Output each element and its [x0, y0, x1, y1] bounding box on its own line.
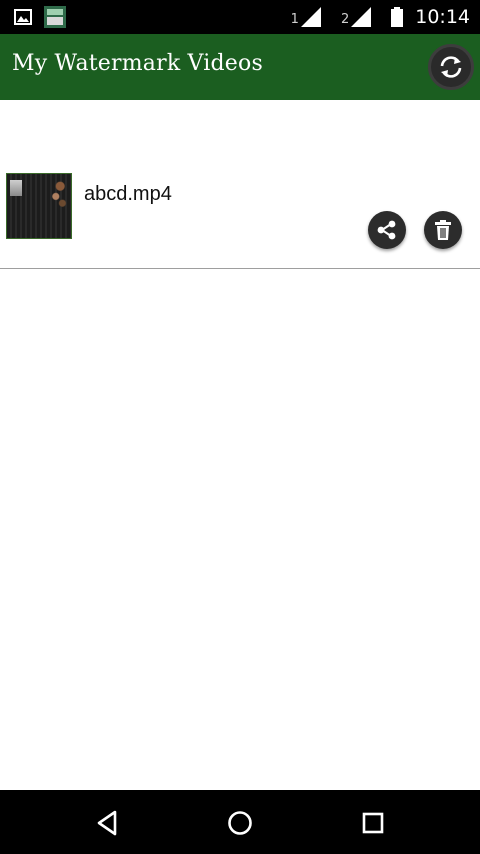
trash-icon — [435, 220, 451, 240]
signal-icon — [351, 7, 372, 27]
delete-button[interactable] — [424, 211, 462, 249]
signal-icon — [300, 7, 321, 27]
status-bar: 1 2 10:14 — [0, 0, 480, 34]
video-list: abcd.mp4 — [0, 100, 480, 790]
recent-apps-icon — [362, 812, 384, 834]
page-title: My Watermark Videos — [12, 51, 263, 76]
sim2-signal: 2 — [340, 7, 372, 27]
battery-icon — [391, 7, 404, 27]
notification-icons — [14, 6, 66, 32]
home-icon — [228, 811, 252, 835]
navigation-bar — [0, 790, 480, 854]
recent-apps-button[interactable] — [358, 808, 388, 838]
back-icon — [97, 810, 117, 836]
back-button[interactable] — [92, 808, 122, 838]
refresh-button[interactable] — [428, 44, 474, 90]
clock: 10:14 — [415, 6, 470, 28]
thumbnail-decoration — [47, 176, 69, 210]
list-item[interactable]: abcd.mp4 — [0, 100, 480, 269]
app-notification-icon — [44, 6, 66, 32]
app-bar: My Watermark Videos — [0, 34, 480, 100]
video-filename: abcd.mp4 — [84, 183, 172, 205]
sim1-signal: 1 — [291, 7, 321, 27]
share-icon — [377, 220, 396, 240]
status-indicators: 1 2 10:14 — [291, 0, 470, 34]
share-button[interactable] — [368, 211, 406, 249]
sim1-label: 1 — [290, 12, 299, 27]
home-button[interactable] — [225, 808, 255, 838]
refresh-icon — [440, 56, 462, 78]
sim2-label: 2 — [340, 12, 350, 27]
image-notification-icon — [14, 9, 32, 29]
thumbnail-inset — [10, 180, 22, 196]
video-thumbnail[interactable] — [6, 173, 72, 239]
